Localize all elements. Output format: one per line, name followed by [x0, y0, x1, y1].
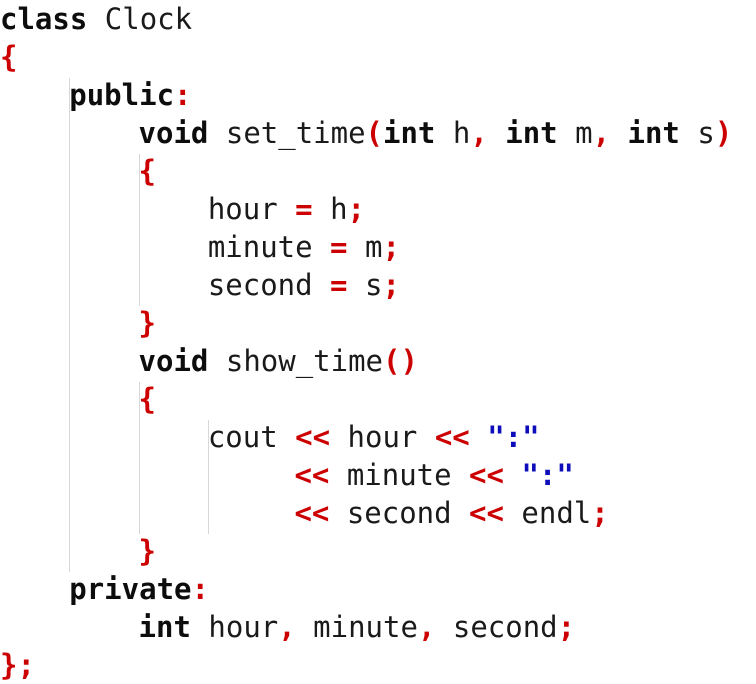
code-line[interactable]: private:	[0, 570, 756, 608]
code-token-plain: second	[329, 496, 470, 530]
code-token-plain: minute	[329, 458, 470, 492]
code-token-punct: (	[365, 116, 384, 150]
code-token-keyword: int	[138, 610, 191, 644]
code-token-plain: s	[679, 116, 715, 150]
code-token-op: =	[330, 268, 348, 302]
code-token-keyword: private	[69, 572, 192, 606]
code-token-punct: }	[138, 534, 157, 568]
code-token-op: <<	[434, 420, 470, 454]
code-token-plain: second	[207, 268, 331, 302]
code-token-punct: ,	[592, 116, 611, 150]
code-token-plain: minute	[295, 610, 418, 644]
code-line[interactable]: };	[0, 646, 756, 684]
code-token-plain: set_time	[225, 116, 366, 150]
code-token-plain: minute	[207, 230, 331, 264]
code-token-op: =	[330, 230, 348, 264]
code-token-keyword: int	[505, 116, 558, 150]
code-token-string: ":"	[487, 420, 540, 454]
code-line[interactable]: int hour, minute, second;	[0, 608, 756, 646]
code-line[interactable]: }	[0, 532, 756, 570]
code-token-punct: ,	[470, 116, 488, 150]
code-token-punct: ;	[591, 496, 609, 530]
code-line[interactable]: second = s;	[0, 266, 756, 304]
code-token-plain: h	[435, 116, 471, 150]
code-token-keyword: public	[69, 78, 175, 112]
code-token-plain: s	[347, 268, 383, 302]
code-line[interactable]: void show_time()	[0, 342, 756, 380]
code-token-plain: hour	[207, 192, 296, 226]
code-line[interactable]: {	[0, 152, 756, 190]
code-line[interactable]: {	[0, 380, 756, 418]
code-token-keyword: int	[383, 116, 436, 150]
code-line[interactable]: }	[0, 304, 756, 342]
code-token-plain: second	[435, 610, 558, 644]
code-token-punct: {	[138, 154, 157, 188]
code-token-keyword: void	[138, 116, 209, 150]
code-token-plain: cout	[207, 420, 296, 454]
code-token-punct: ,	[417, 610, 436, 644]
code-lines[interactable]: class Clock{public: void set_time(int h, …	[0, 0, 756, 684]
code-token-keyword: void	[138, 344, 209, 378]
code-line[interactable]: minute = m;	[0, 228, 756, 266]
code-token-punct: }	[138, 306, 157, 340]
code-token-keyword: int	[627, 116, 680, 150]
code-token-punct: ;	[17, 648, 35, 682]
code-token-plain: Clock	[104, 2, 193, 36]
code-token-op: =	[295, 192, 313, 226]
code-line[interactable]: class Clock	[0, 0, 756, 38]
code-token-plain: m	[557, 116, 593, 150]
code-token-string: ":"	[521, 458, 574, 492]
code-line[interactable]: cout << hour << ":"	[0, 418, 756, 456]
code-token-punct: ;	[382, 230, 400, 264]
code-token-punct: {	[138, 382, 157, 416]
code-line[interactable]: << second << endl;	[0, 494, 756, 532]
code-token-plain: show_time	[225, 344, 383, 378]
code-token-op: <<	[469, 496, 504, 530]
code-token-punct: ;	[557, 610, 576, 644]
code-token-plain: m	[347, 230, 383, 264]
code-token-plain: h	[312, 192, 348, 226]
code-token-punct: :	[191, 572, 209, 606]
code-line[interactable]: public:	[0, 76, 756, 114]
code-line[interactable]: {	[0, 38, 756, 76]
code-line[interactable]: void set_time(int h, int m, int s)	[0, 114, 756, 152]
code-token-keyword: class	[0, 2, 88, 36]
code-token-op: <<	[294, 496, 330, 530]
code-token-op: <<	[294, 458, 330, 492]
code-token-punct: }	[0, 648, 18, 682]
code-token-punct: :	[174, 78, 192, 112]
code-line[interactable]: << minute << ":"	[0, 456, 756, 494]
code-token-punct: {	[0, 40, 18, 74]
code-token-punct: ;	[347, 192, 365, 226]
code-token-plain: endl	[503, 496, 592, 530]
code-line[interactable]: hour = h;	[0, 190, 756, 228]
code-token-op: <<	[295, 420, 331, 454]
code-token-punct: ()	[383, 344, 418, 378]
code-token-plain: hour	[190, 610, 279, 644]
code-token-op: <<	[469, 458, 504, 492]
code-token-punct: )	[714, 116, 733, 150]
code-token-punct: ;	[382, 268, 400, 302]
code-token-plain: hour	[330, 420, 435, 454]
code-listing: class Clock{public: void set_time(int h, …	[0, 0, 756, 682]
code-token-punct: ,	[278, 610, 296, 644]
